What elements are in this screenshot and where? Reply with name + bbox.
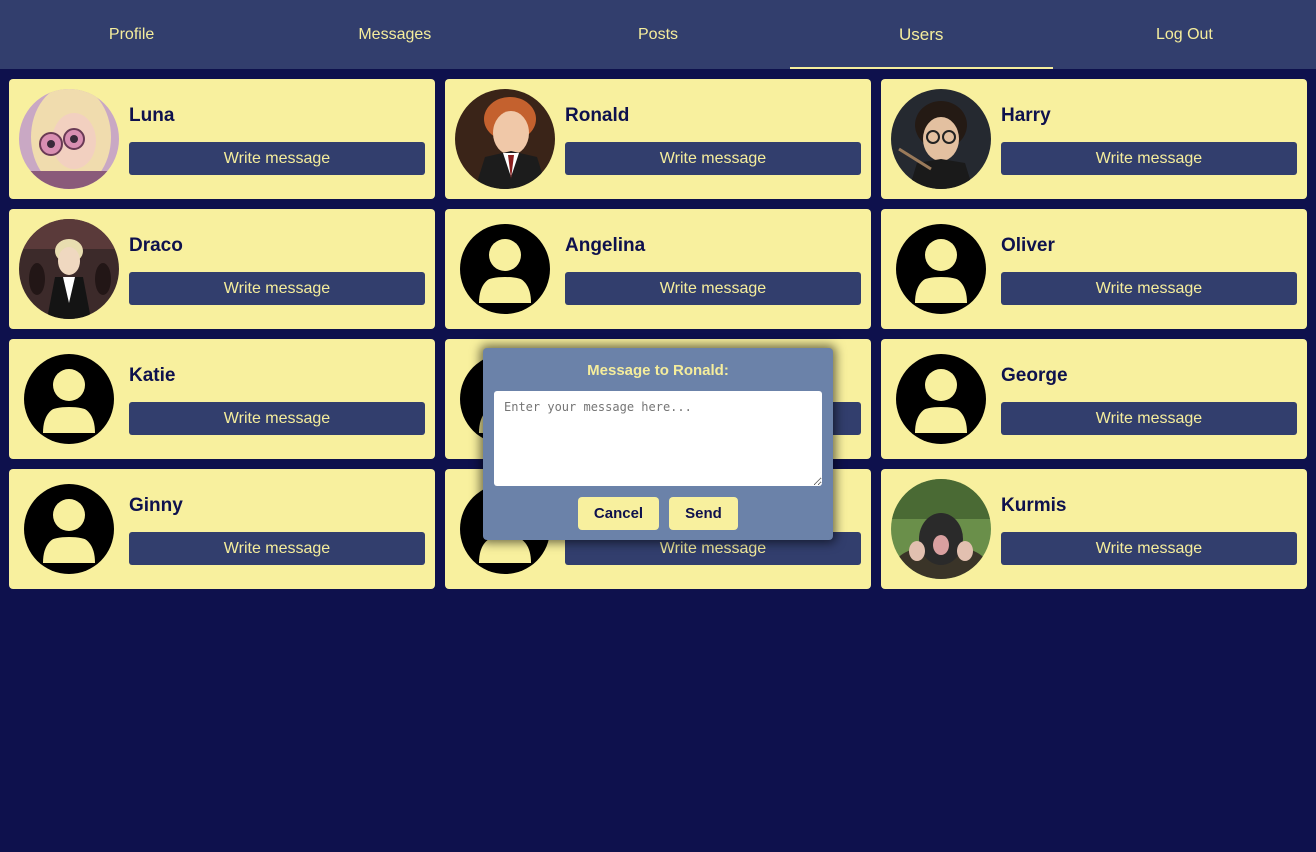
write-message-button[interactable]: Write message [129,402,425,435]
user-card: Kurmis Write message [881,469,1307,589]
write-message-button[interactable]: Write message [1001,402,1297,435]
nav-logout[interactable]: Log Out [1053,0,1316,69]
user-name: Kurmis [1001,495,1067,516]
write-message-button[interactable]: Write message [129,142,425,175]
user-avatar [891,479,991,579]
write-message-button[interactable]: Write message [129,532,425,565]
write-message-button[interactable]: Write message [129,272,425,305]
write-message-button[interactable]: Write message [1001,532,1297,565]
user-card: Oliver Write message [881,209,1307,329]
nav-users[interactable]: Users [789,0,1054,69]
user-card: Harry Write message [881,79,1307,199]
user-card: Katie Write message [9,339,435,459]
user-card: Angelina Write message [445,209,871,329]
user-avatar [891,89,991,189]
default-user-icon [891,219,991,319]
user-name: Luna [129,105,175,126]
write-message-button[interactable]: Write message [565,142,861,175]
user-name: Draco [129,235,183,256]
nav-profile[interactable]: Profile [0,0,263,69]
write-message-button[interactable]: Write message [1001,142,1297,175]
send-button[interactable]: Send [669,497,738,530]
message-modal: Message to Ronald: Cancel Send [483,348,833,540]
user-name: Ronald [565,105,630,126]
write-message-button[interactable]: Write message [565,272,861,305]
default-user-icon [455,219,555,319]
user-avatar [19,219,119,319]
nav-posts[interactable]: Posts [526,0,789,69]
user-card: George Write message [881,339,1307,459]
write-message-button[interactable]: Write message [1001,272,1297,305]
user-card: Ronald Write message [445,79,871,199]
nav-messages[interactable]: Messages [263,0,526,69]
user-name: Ginny [129,495,183,516]
top-nav: Profile Messages Posts Users Log Out [0,0,1316,69]
user-name: Oliver [1001,235,1055,256]
modal-title: Message to Ronald: [587,362,729,379]
default-user-icon [891,349,991,449]
user-avatar [455,89,555,189]
user-card: Ginny Write message [9,469,435,589]
user-card: Draco Write message [9,209,435,329]
cancel-button[interactable]: Cancel [578,497,659,530]
user-name: Harry [1001,105,1051,126]
default-user-icon [19,479,119,579]
message-input[interactable] [494,391,822,486]
user-avatar [19,89,119,189]
user-name: Katie [129,365,176,386]
user-card: Luna Write message [9,79,435,199]
user-name: Angelina [565,235,646,256]
default-user-icon [19,349,119,449]
user-name: George [1001,365,1068,386]
